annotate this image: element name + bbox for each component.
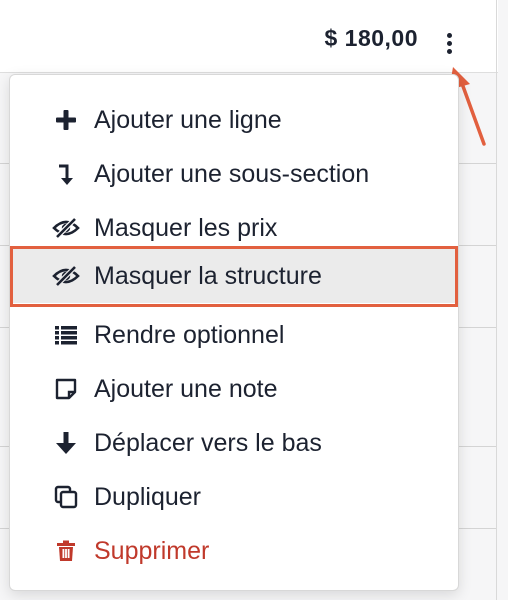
menu-item-label: Déplacer vers le bas xyxy=(94,428,322,457)
section-total: $ 180,00 xyxy=(324,25,418,51)
menu-item-add-note[interactable]: Ajouter une note xyxy=(10,362,458,416)
menu-item-label: Ajouter une sous-section xyxy=(94,159,370,188)
actions-dropdown-menu: Ajouter une ligne Ajouter une sous-secti… xyxy=(9,74,459,591)
kebab-dot xyxy=(446,32,452,38)
menu-item-make-optional[interactable]: Rendre optionnel xyxy=(10,308,458,362)
copy-icon xyxy=(52,483,80,511)
note-icon xyxy=(52,375,80,403)
line-item-header xyxy=(0,0,498,73)
menu-item-hide-prices[interactable]: Masquer les prix xyxy=(10,201,458,255)
menu-item-add-line[interactable]: Ajouter une ligne xyxy=(10,93,458,147)
eye-slash-icon xyxy=(52,262,80,290)
menu-item-label: Masquer la structure xyxy=(94,261,322,290)
kebab-dot xyxy=(446,40,452,46)
menu-item-label: Dupliquer xyxy=(94,482,202,511)
menu-item-add-subsection[interactable]: Ajouter une sous-section xyxy=(10,147,458,201)
menu-item-duplicate[interactable]: Dupliquer xyxy=(10,470,458,524)
menu-item-label: Supprimer xyxy=(94,536,210,565)
menu-item-label: Ajouter une note xyxy=(94,374,278,403)
turn-down-arrow-icon xyxy=(52,160,80,188)
trash-icon xyxy=(52,537,80,565)
menu-item-hide-structure[interactable]: Masquer la structure xyxy=(10,249,458,303)
menu-item-move-down[interactable]: Déplacer vers le bas xyxy=(10,416,458,470)
plus-icon xyxy=(52,106,80,134)
arrow-down-icon xyxy=(52,429,80,457)
list-icon xyxy=(52,321,80,349)
kebab-dot xyxy=(446,48,452,54)
eye-slash-icon xyxy=(52,214,80,242)
menu-item-label: Rendre optionnel xyxy=(94,320,285,349)
panel-divider xyxy=(496,0,497,600)
menu-item-label: Ajouter une ligne xyxy=(94,105,282,134)
menu-item-label: Masquer les prix xyxy=(94,213,278,242)
more-options-button[interactable] xyxy=(440,30,458,56)
menu-item-delete[interactable]: Supprimer xyxy=(10,524,458,578)
